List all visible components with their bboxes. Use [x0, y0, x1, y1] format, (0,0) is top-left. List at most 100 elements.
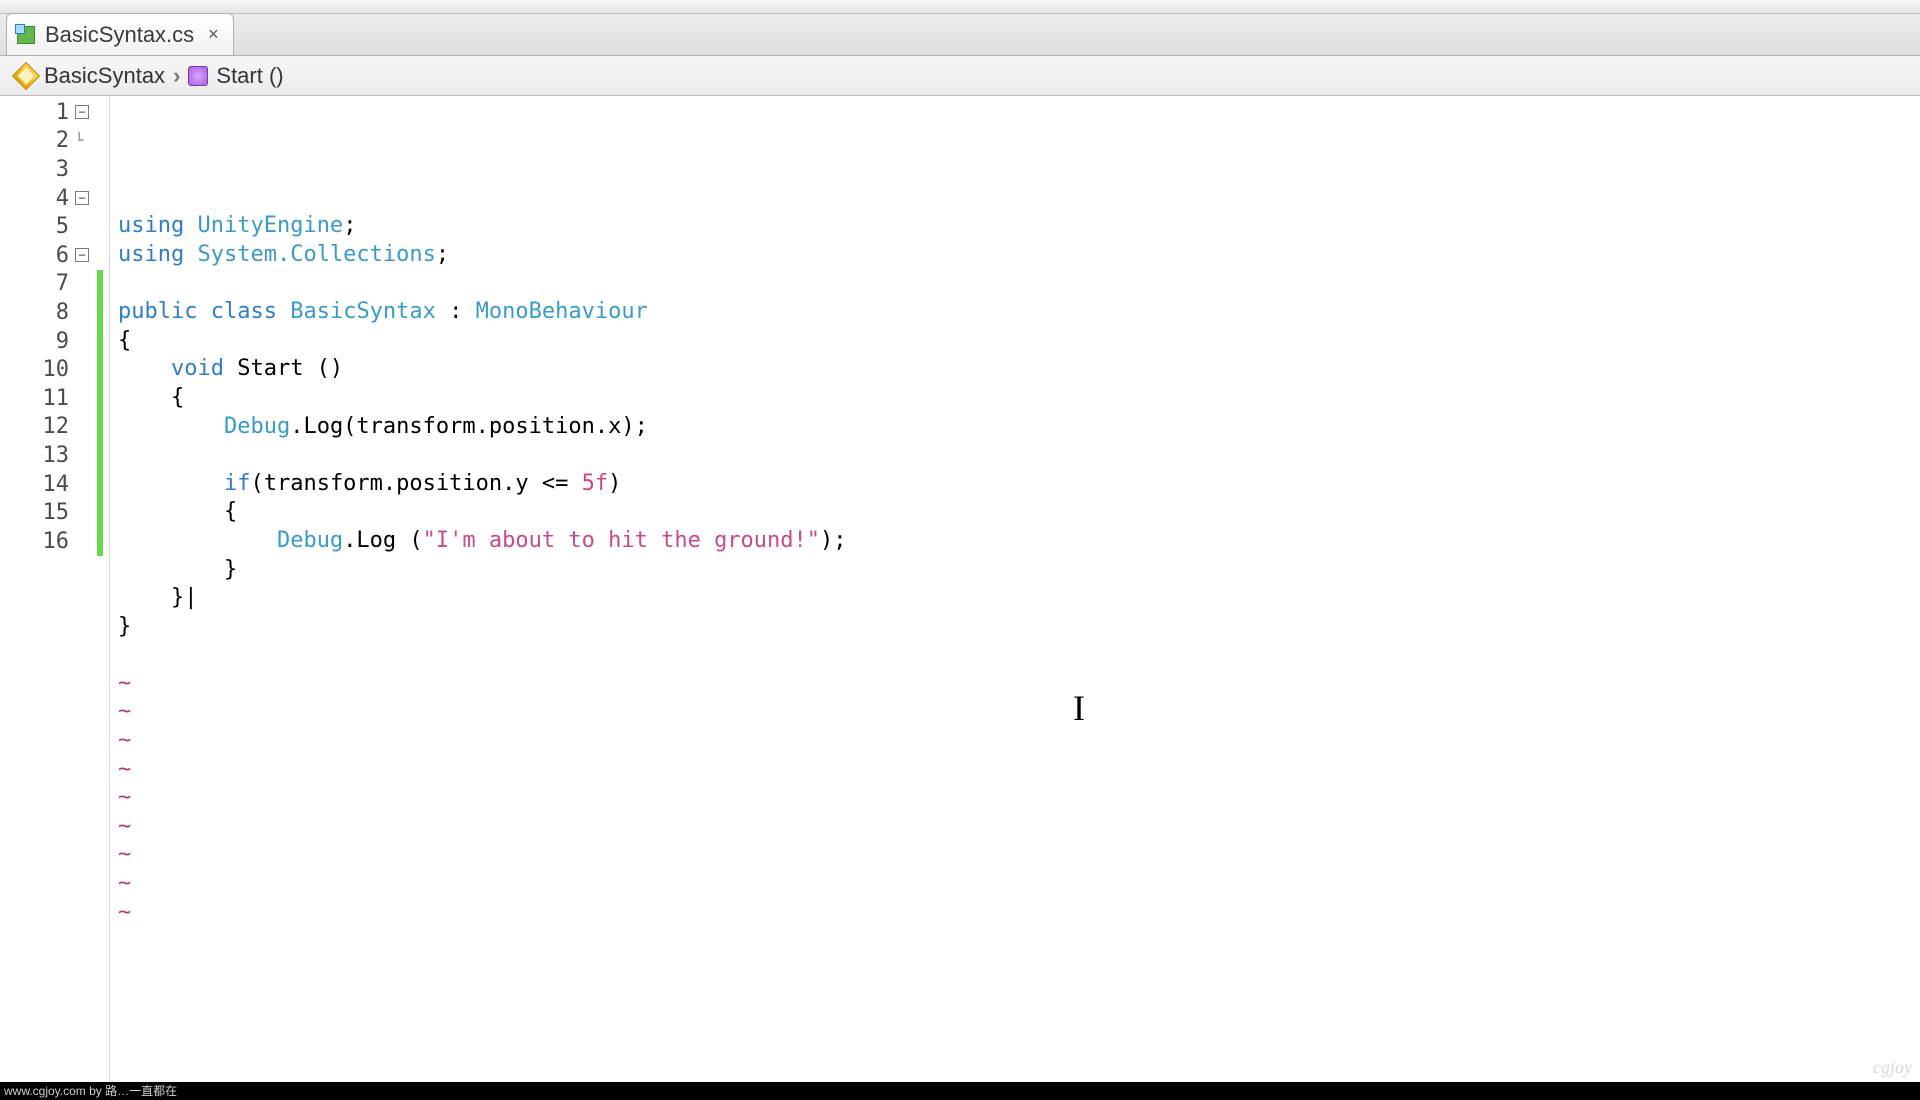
code-area[interactable]: I using UnityEngine;using System.Collect…	[110, 96, 1920, 1082]
code-line[interactable]: public class BasicSyntax : MonoBehaviour	[118, 298, 1920, 327]
line-number: 14	[33, 472, 69, 497]
breadcrumb: BasicSyntax › Start ()	[0, 56, 1920, 96]
gutter-row: 9	[0, 327, 109, 356]
gutter-row: 6−	[0, 241, 109, 270]
code-line[interactable]	[118, 641, 1920, 670]
empty-line-tilde: ~	[118, 813, 1920, 842]
line-number: 11	[33, 386, 69, 411]
line-number-gutter: 1−2└34−56−78910111213141516	[0, 96, 110, 1082]
change-marker	[97, 327, 103, 356]
code-line[interactable]: using UnityEngine;	[118, 212, 1920, 241]
class-icon	[12, 61, 40, 89]
file-tab-label: BasicSyntax.cs	[45, 22, 194, 48]
gutter-spacer	[75, 448, 89, 462]
code-line[interactable]: }|	[118, 584, 1920, 613]
gutter-row: 7	[0, 270, 109, 299]
empty-line-tilde: ~	[118, 899, 1920, 928]
change-marker	[97, 212, 103, 241]
line-number: 4	[33, 186, 69, 211]
code-line[interactable]: void Start ()	[118, 355, 1920, 384]
line-number: 10	[33, 357, 69, 382]
breadcrumb-class[interactable]: BasicSyntax	[10, 63, 171, 89]
gutter-row: 2└	[0, 127, 109, 156]
line-number: 2	[33, 128, 69, 153]
change-marker	[97, 470, 103, 499]
code-line[interactable]: {	[118, 384, 1920, 413]
breadcrumb-class-label: BasicSyntax	[44, 63, 165, 89]
window-chrome-strip	[0, 0, 1920, 14]
line-number: 13	[33, 443, 69, 468]
change-marker	[97, 241, 103, 270]
code-line[interactable]	[118, 441, 1920, 470]
footer-credit: www.cgjoy.com by 路…一直都在	[0, 1082, 1920, 1100]
close-icon[interactable]: ×	[208, 24, 219, 45]
gutter-row: 13	[0, 441, 109, 470]
code-line[interactable]	[118, 270, 1920, 299]
line-number: 9	[33, 329, 69, 354]
code-line[interactable]: Debug.Log ("I'm about to hit the ground!…	[118, 527, 1920, 556]
change-marker	[97, 184, 103, 213]
fold-toggle-icon[interactable]: −	[75, 105, 89, 119]
gutter-spacer	[75, 305, 89, 319]
change-marker	[97, 441, 103, 470]
empty-line-tilde: ~	[118, 698, 1920, 727]
gutter-spacer	[75, 363, 89, 377]
empty-line-tilde: ~	[118, 784, 1920, 813]
fold-toggle-icon[interactable]: −	[75, 248, 89, 262]
change-marker	[97, 384, 103, 413]
line-number: 8	[33, 300, 69, 325]
code-line[interactable]: {	[118, 327, 1920, 356]
file-tab-basicsyntax[interactable]: BasicSyntax.cs ×	[6, 13, 234, 55]
change-marker	[97, 498, 103, 527]
code-line[interactable]: {	[118, 498, 1920, 527]
empty-line-tilde: ~	[118, 841, 1920, 870]
change-marker	[97, 355, 103, 384]
gutter-spacer	[75, 220, 89, 234]
gutter-spacer	[75, 334, 89, 348]
line-number: 16	[33, 529, 69, 554]
line-number: 15	[33, 500, 69, 525]
line-number: 7	[33, 271, 69, 296]
line-number: 1	[33, 100, 69, 125]
gutter-row: 15	[0, 498, 109, 527]
change-marker	[97, 527, 103, 556]
change-marker	[97, 270, 103, 299]
gutter-row: 16	[0, 527, 109, 556]
fold-end-icon: └	[75, 134, 89, 148]
gutter-spacer	[75, 391, 89, 405]
gutter-row: 14	[0, 470, 109, 499]
line-number: 5	[33, 214, 69, 239]
gutter-row: 10	[0, 355, 109, 384]
line-number: 3	[33, 157, 69, 182]
line-number: 12	[33, 414, 69, 439]
gutter-row: 5	[0, 212, 109, 241]
tab-bar: BasicSyntax.cs ×	[0, 14, 1920, 56]
line-number: 6	[33, 243, 69, 268]
change-marker	[97, 155, 103, 184]
gutter-spacer	[75, 277, 89, 291]
empty-line-tilde: ~	[118, 870, 1920, 899]
gutter-row: 8	[0, 298, 109, 327]
code-line[interactable]: Debug.Log(transform.position.x);	[118, 413, 1920, 442]
method-icon	[188, 66, 208, 86]
code-line[interactable]: }	[118, 613, 1920, 642]
code-editor[interactable]: 1−2└34−56−78910111213141516 I using Unit…	[0, 96, 1920, 1082]
breadcrumb-method-label: Start ()	[216, 63, 283, 89]
csharp-file-icon	[17, 26, 35, 44]
fold-toggle-icon[interactable]: −	[75, 191, 89, 205]
code-line[interactable]: }	[118, 556, 1920, 585]
gutter-spacer	[75, 162, 89, 176]
chevron-right-icon: ›	[171, 63, 182, 89]
empty-line-tilde: ~	[118, 756, 1920, 785]
gutter-row: 12	[0, 413, 109, 442]
gutter-spacer	[75, 420, 89, 434]
change-marker	[97, 98, 103, 127]
gutter-row: 11	[0, 384, 109, 413]
empty-line-tilde: ~	[118, 727, 1920, 756]
code-line[interactable]: using System.Collections;	[118, 241, 1920, 270]
empty-line-tilde: ~	[118, 670, 1920, 699]
code-line[interactable]: if(transform.position.y <= 5f)	[118, 470, 1920, 499]
gutter-row: 1−	[0, 98, 109, 127]
change-marker	[97, 413, 103, 442]
breadcrumb-method[interactable]: Start ()	[182, 63, 289, 89]
